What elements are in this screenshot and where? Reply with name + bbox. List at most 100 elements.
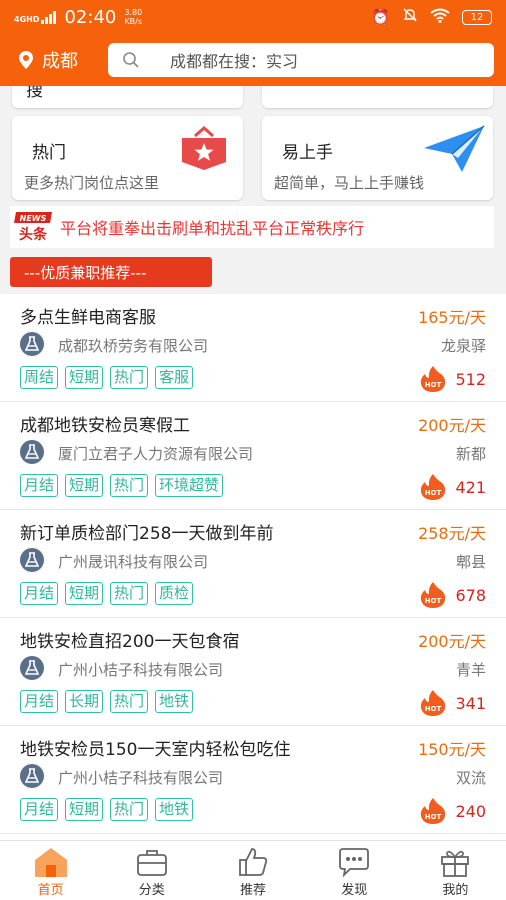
job-salary: 200元/天 bbox=[418, 632, 486, 651]
speed-value: 3.80 bbox=[124, 8, 143, 17]
svg-text:HOT: HOT bbox=[425, 381, 442, 389]
company-icon bbox=[20, 440, 44, 464]
gift-icon bbox=[441, 850, 470, 877]
network-type: 4GHD bbox=[14, 15, 40, 24]
alarm-icon: ⏰ bbox=[371, 8, 390, 26]
category-card-partial-right[interactable] bbox=[262, 86, 493, 108]
section-title: ---优质兼职推荐--- bbox=[10, 257, 212, 287]
job-tag: 质检 bbox=[155, 582, 194, 605]
job-tag: 热门 bbox=[110, 690, 149, 713]
notice-text: 平台将重拳出击刷单和扰乱平台正常秩序行 bbox=[60, 219, 365, 238]
job-tag: 地铁 bbox=[155, 798, 194, 821]
job-row[interactable]: 多点生鲜电商客服 165元/天 成都玖桥劳务有限公司 龙泉驿 周结 短期 热门 客服 … bbox=[0, 294, 506, 402]
hot-count: 421 bbox=[455, 477, 486, 497]
company-icon bbox=[20, 656, 44, 680]
job-company: 成都玖桥劳务有限公司 bbox=[58, 337, 209, 355]
nav-mine[interactable]: 我的 bbox=[405, 841, 506, 900]
job-salary: 200元/天 bbox=[418, 416, 486, 435]
hot-indicator: HOT 240 bbox=[419, 797, 486, 825]
job-salary: 165元/天 bbox=[418, 308, 486, 327]
content-scroll[interactable]: 搜 热门 更多热门岗位点这里 易上手 超简单，马上上手赚钱 NEWS 头条 平台… bbox=[0, 86, 506, 840]
company-icon bbox=[20, 332, 44, 356]
job-location: 青羊 bbox=[455, 661, 486, 679]
hot-count: 240 bbox=[455, 801, 486, 821]
news-notice-bar[interactable]: NEWS 头条 平台将重拳出击刷单和扰乱平台正常秩序行 bbox=[10, 206, 494, 248]
hot-flame-icon: HOT bbox=[421, 474, 446, 500]
company-icon bbox=[20, 548, 44, 572]
status-time: 02:40 bbox=[64, 6, 117, 28]
nav-category-label: 分类 bbox=[138, 883, 165, 898]
job-salary: 150元/天 bbox=[418, 740, 486, 759]
job-tag: 热门 bbox=[110, 474, 149, 497]
job-tags: 月结 短期 热门 质检 bbox=[20, 582, 194, 605]
job-tag: 月结 bbox=[20, 474, 59, 497]
thumbs-up-icon bbox=[239, 848, 268, 876]
job-tag: 地铁 bbox=[155, 690, 194, 713]
signal-icon bbox=[41, 10, 57, 24]
city-selector[interactable]: 成都 bbox=[16, 47, 108, 73]
svg-text:HOT: HOT bbox=[425, 813, 442, 821]
hot-indicator: HOT 421 bbox=[419, 473, 486, 501]
job-title: 地铁安检员150一天室内轻松包吃住 bbox=[20, 740, 291, 760]
category-card-partial-left[interactable]: 搜 bbox=[12, 86, 243, 108]
svg-text:HOT: HOT bbox=[425, 489, 442, 497]
paper-plane-icon bbox=[424, 125, 485, 172]
job-tag: 月结 bbox=[20, 690, 59, 713]
briefcase-icon bbox=[136, 850, 167, 876]
nav-recommend[interactable]: 推荐 bbox=[202, 841, 303, 900]
location-pin-icon bbox=[19, 51, 33, 69]
job-company: 广州小桔子科技有限公司 bbox=[58, 769, 224, 787]
nav-home[interactable]: 首页 bbox=[0, 841, 101, 900]
nav-discover[interactable]: 发现 bbox=[304, 841, 405, 900]
mute-icon bbox=[402, 7, 418, 27]
svg-text:HOT: HOT bbox=[425, 705, 442, 713]
hot-indicator: HOT 512 bbox=[419, 365, 486, 393]
bottom-nav: 首页 分类 推荐 发现 我的 bbox=[0, 840, 506, 900]
job-tag: 月结 bbox=[20, 582, 59, 605]
hot-indicator: HOT 341 bbox=[419, 689, 486, 717]
svg-text:头条: 头条 bbox=[19, 226, 48, 242]
job-location: 新都 bbox=[455, 445, 486, 463]
home-icon bbox=[34, 848, 67, 877]
job-row[interactable]: 地铁安检员150一天室内轻松包吃住 150元/天 广州小桔子科技有限公司 双流 … bbox=[0, 726, 506, 834]
top-bar: 成都 成都都在搜：实习 bbox=[0, 34, 506, 86]
job-location: 龙泉驿 bbox=[440, 337, 486, 355]
job-location: 郫县 bbox=[455, 553, 486, 571]
job-row[interactable]: 地铁安检直招200一天包食宿 200元/天 广州小桔子科技有限公司 青羊 月结长… bbox=[0, 618, 506, 726]
job-title: 新订单质检部门258一天做到年前 bbox=[20, 524, 274, 544]
job-tag: 客服 bbox=[155, 366, 194, 389]
company-icon bbox=[20, 764, 44, 788]
nav-recommend-label: 推荐 bbox=[240, 883, 267, 898]
job-location: 双流 bbox=[455, 769, 486, 787]
nav-mine-label: 我的 bbox=[442, 883, 469, 898]
nav-home-label: 首页 bbox=[37, 883, 64, 898]
job-row[interactable]: 新订单质检部门258一天做到年前 258元/天 广州晟讯科技有限公司 郫县 月结… bbox=[0, 510, 506, 618]
job-tags: 周结 短期 热门 客服 bbox=[20, 366, 194, 389]
hot-flame-icon: HOT bbox=[421, 798, 446, 824]
speed-unit: KB/s bbox=[124, 17, 143, 26]
job-tag: 月结 bbox=[20, 798, 59, 821]
nav-discover-label: 发现 bbox=[341, 883, 368, 898]
job-list: 多点生鲜电商客服 165元/天 成都玖桥劳务有限公司 龙泉驿 周结 短期 热门 客服 … bbox=[0, 294, 506, 840]
job-company: 厦门立君子人力资源有限公司 bbox=[58, 445, 254, 463]
job-tag: 短期 bbox=[65, 798, 104, 821]
hot-card-subtitle: 更多热门岗位点这里 bbox=[24, 174, 160, 192]
easy-jobs-card[interactable]: 易上手 超简单，马上上手赚钱 bbox=[262, 116, 493, 200]
hot-jobs-card[interactable]: 热门 更多热门岗位点这里 bbox=[12, 116, 243, 200]
job-title: 地铁安检直招200一天包食宿 bbox=[20, 632, 240, 652]
job-tags: 月结 短期 热门 环境超赞 bbox=[20, 474, 224, 497]
job-tag: 热门 bbox=[110, 366, 149, 389]
hot-count: 512 bbox=[455, 369, 486, 389]
search-placeholder: 成都都在搜：实习 bbox=[170, 52, 299, 71]
svg-text:NEWS: NEWS bbox=[20, 214, 47, 223]
job-tag: 热门 bbox=[110, 798, 149, 821]
chat-bubble-icon bbox=[339, 848, 370, 878]
easy-card-title: 易上手 bbox=[282, 143, 333, 163]
search-input[interactable]: 成都都在搜：实习 bbox=[108, 43, 494, 77]
job-row[interactable]: 成都地铁安检员寒假工 200元/天 厦门立君子人力资源有限公司 新都 月结 短期热… bbox=[0, 402, 506, 510]
wifi-icon bbox=[430, 8, 450, 27]
job-tag: 环境超赞 bbox=[155, 474, 224, 497]
nav-category[interactable]: 分类 bbox=[101, 841, 202, 900]
partial-card-text: 搜 bbox=[26, 86, 43, 101]
star-badge-icon bbox=[182, 125, 226, 170]
